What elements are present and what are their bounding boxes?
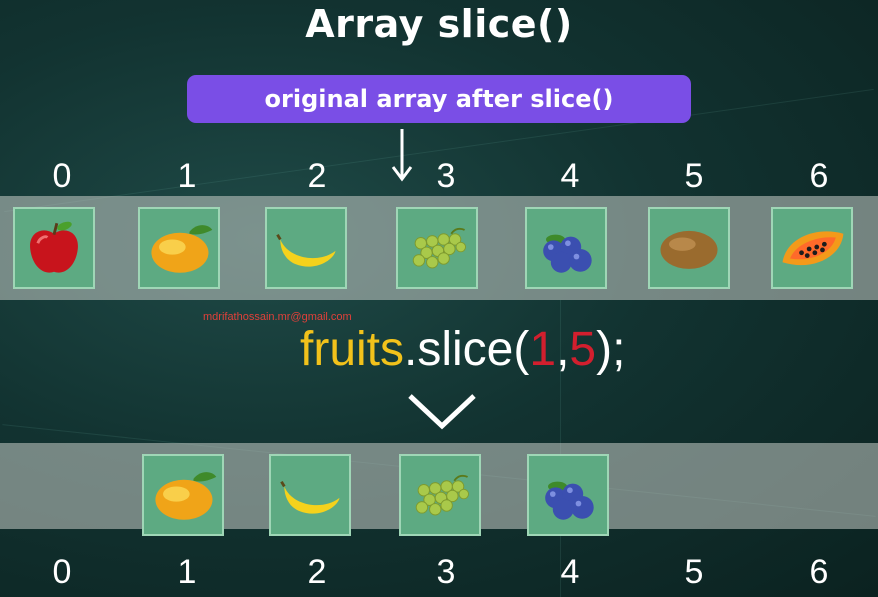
index-label-bottom: 5: [684, 553, 704, 591]
sliced-cell-mango: [142, 454, 224, 536]
index-label-top: 5: [684, 157, 704, 195]
index-label-top: 4: [560, 157, 580, 195]
grapes-icon: [412, 227, 467, 269]
array-cell-blueberries: [525, 207, 607, 289]
original-array-banner: original array after slice(): [187, 75, 691, 123]
blueberries-icon: [545, 481, 594, 520]
array-cell-apple: [13, 207, 95, 289]
sliced-cell-grapes: [399, 454, 481, 536]
apple-icon: [30, 221, 78, 273]
code-arg-start: 1: [529, 323, 557, 376]
code-object: fruits: [300, 323, 405, 376]
code-arg-end: 5: [569, 323, 597, 376]
index-label-top: 0: [52, 157, 72, 195]
mango-icon: [151, 225, 213, 273]
index-label-bottom: 6: [809, 553, 829, 591]
index-label-top: 6: [809, 157, 829, 195]
sliced-cell-banana: [269, 454, 351, 536]
banana-icon: [276, 233, 336, 267]
code-expression: fruits.slice(1,5);: [300, 322, 625, 377]
arrow-down-icon: [391, 129, 413, 182]
index-label-bottom: 2: [307, 553, 327, 591]
index-label-bottom: 3: [436, 553, 456, 591]
banana-icon: [280, 480, 340, 514]
array-cell-papaya: [771, 207, 853, 289]
grapes-icon: [415, 474, 470, 516]
blueberries-icon: [543, 234, 592, 273]
index-label-bottom: 0: [52, 553, 72, 591]
code-method: .slice(: [404, 323, 530, 376]
page-title: Array slice(): [305, 2, 573, 46]
chevron-down-icon: [408, 394, 476, 430]
index-label-top: 1: [177, 157, 197, 195]
array-cell-mango: [138, 207, 220, 289]
array-cell-grapes: [396, 207, 478, 289]
array-cell-kiwi: [648, 207, 730, 289]
array-cell-banana: [265, 207, 347, 289]
index-label-bottom: 1: [177, 553, 197, 591]
code-close: );: [596, 323, 626, 376]
index-label-bottom: 4: [560, 553, 580, 591]
kiwi-icon: [660, 230, 718, 269]
index-label-top: 3: [436, 157, 456, 195]
papaya-icon: [782, 231, 844, 266]
index-label-top: 2: [307, 157, 327, 195]
code-separator: ,: [556, 323, 570, 376]
sliced-cell-blueberries: [527, 454, 609, 536]
mango-icon: [155, 472, 217, 520]
